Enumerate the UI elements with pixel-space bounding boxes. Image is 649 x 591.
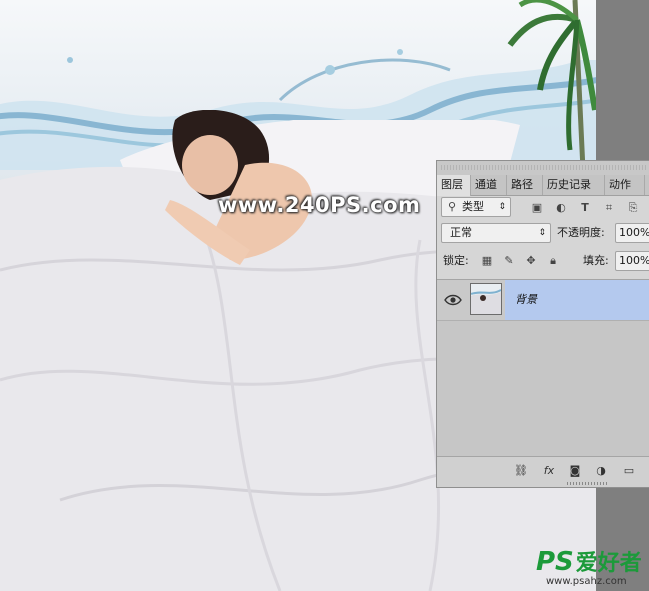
lock-paint-icon[interactable]: ✎ [501, 253, 517, 269]
link-layers-icon[interactable]: ⛓ [513, 464, 529, 478]
fill-value: 100% [619, 254, 649, 267]
add-mask-icon[interactable]: ◙ [567, 464, 583, 478]
layer-row[interactable]: 背景 [437, 280, 649, 321]
search-icon: ⚲ [447, 200, 457, 213]
blend-mode-select[interactable]: 正常 ⇕ [441, 223, 551, 243]
tab-channels[interactable]: 通道 [471, 175, 507, 195]
type-filter-icon[interactable]: T [577, 200, 593, 216]
site-logo: PS爱好者 www.psahz.com [536, 548, 646, 588]
tab-layers[interactable]: 图层 [437, 175, 471, 196]
watermark-text: www.240PS.com [218, 193, 421, 217]
updown-arrow-icon: ⇕ [538, 228, 546, 238]
opacity-label: 不透明度: [557, 226, 605, 239]
panel-drag-bar[interactable] [437, 161, 649, 176]
lock-position-icon[interactable]: ✥ [523, 253, 539, 269]
panel-tabs: 图层 通道 路径 历史记录 动作 [437, 175, 649, 196]
lock-all-icon[interactable]: 🔒︎ [545, 253, 561, 269]
fx-icon[interactable]: fx [541, 464, 557, 478]
layers-panel[interactable]: 图层 通道 路径 历史记录 动作 ⚲ 类型 ⇕ ▣ ◐ T ⌗ ⎘ 正常 ⇕ 不… [436, 160, 649, 488]
blend-mode-value: 正常 [450, 226, 472, 239]
visibility-eye-icon[interactable] [439, 280, 467, 320]
layers-list: 背景 [437, 279, 649, 458]
tab-history[interactable]: 历史记录 [543, 175, 605, 195]
updown-arrow-icon: ⇕ [498, 202, 506, 212]
smart-object-filter-icon[interactable]: ⎘ [625, 200, 641, 216]
blend-row: 正常 ⇕ 不透明度: 100% [437, 223, 649, 247]
logo-ps: PS [536, 547, 574, 577]
layer-filter-select[interactable]: ⚲ 类型 ⇕ [441, 197, 511, 217]
tab-paths[interactable]: 路径 [507, 175, 543, 195]
layer-name[interactable]: 背景 [515, 280, 537, 320]
panel-footer: ⛓ fx ◙ ◑ ▭ [437, 456, 649, 487]
panel-resize-grip[interactable] [567, 482, 607, 485]
lock-label: 锁定: [443, 254, 469, 267]
filter-row: ⚲ 类型 ⇕ ▣ ◐ T ⌗ ⎘ [437, 197, 649, 221]
adjustment-layer-icon[interactable]: ◑ [593, 464, 609, 478]
fill-input[interactable]: 100% [615, 251, 649, 271]
layer-thumbnail [470, 283, 502, 315]
adjustment-filter-icon[interactable]: ◐ [553, 200, 569, 216]
lock-transparent-icon[interactable]: ▦ [479, 253, 495, 269]
opacity-input[interactable]: 100% [615, 223, 649, 243]
tab-actions[interactable]: 动作 [605, 175, 645, 195]
opacity-value: 100% [619, 226, 649, 239]
new-group-icon[interactable]: ▭ [621, 464, 637, 478]
shape-filter-icon[interactable]: ⌗ [601, 200, 617, 216]
logo-cn: 爱好者 [575, 551, 642, 576]
filter-value: 类型 [462, 200, 484, 213]
logo-url: www.psahz.com [546, 576, 627, 587]
lock-row: 锁定: ▦ ✎ ✥ 🔒︎ 填充: 100% [437, 251, 649, 275]
image-filter-icon[interactable]: ▣ [529, 200, 545, 216]
fill-label: 填充: [583, 254, 609, 267]
